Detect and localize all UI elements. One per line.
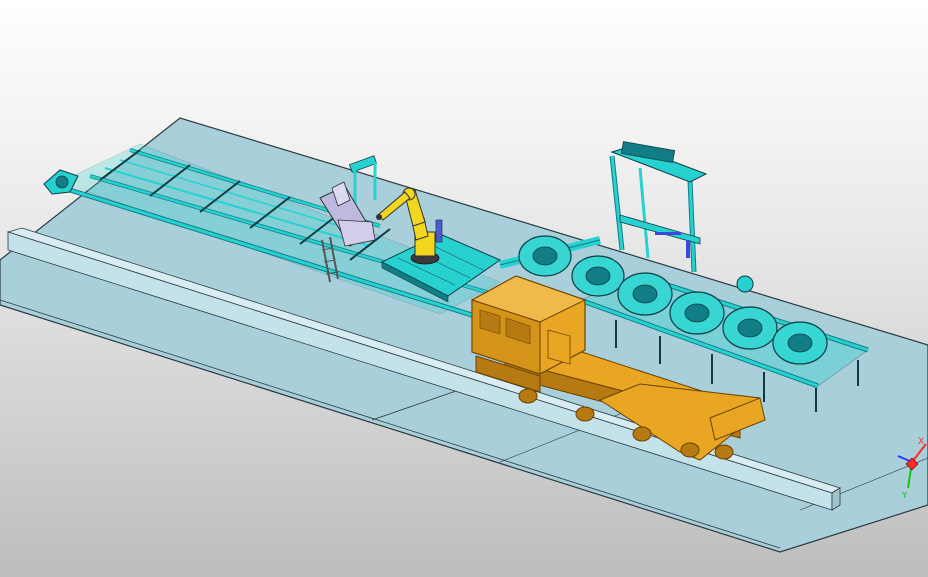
axis-triad-icon: X Y (897, 437, 927, 501)
wheel-2 (571, 255, 625, 297)
wheel-4 (669, 291, 725, 335)
triad-y-label: Y (901, 491, 908, 501)
triad-x-label: X (918, 437, 924, 447)
3d-viewport[interactable]: X Y (0, 0, 928, 577)
assembly-scene[interactable] (0, 0, 928, 577)
gantry-icon[interactable] (609, 141, 708, 273)
wheel-3 (617, 272, 673, 316)
wheel-1 (518, 235, 572, 277)
wheel-5 (722, 306, 778, 350)
wheel-6 (772, 321, 828, 365)
